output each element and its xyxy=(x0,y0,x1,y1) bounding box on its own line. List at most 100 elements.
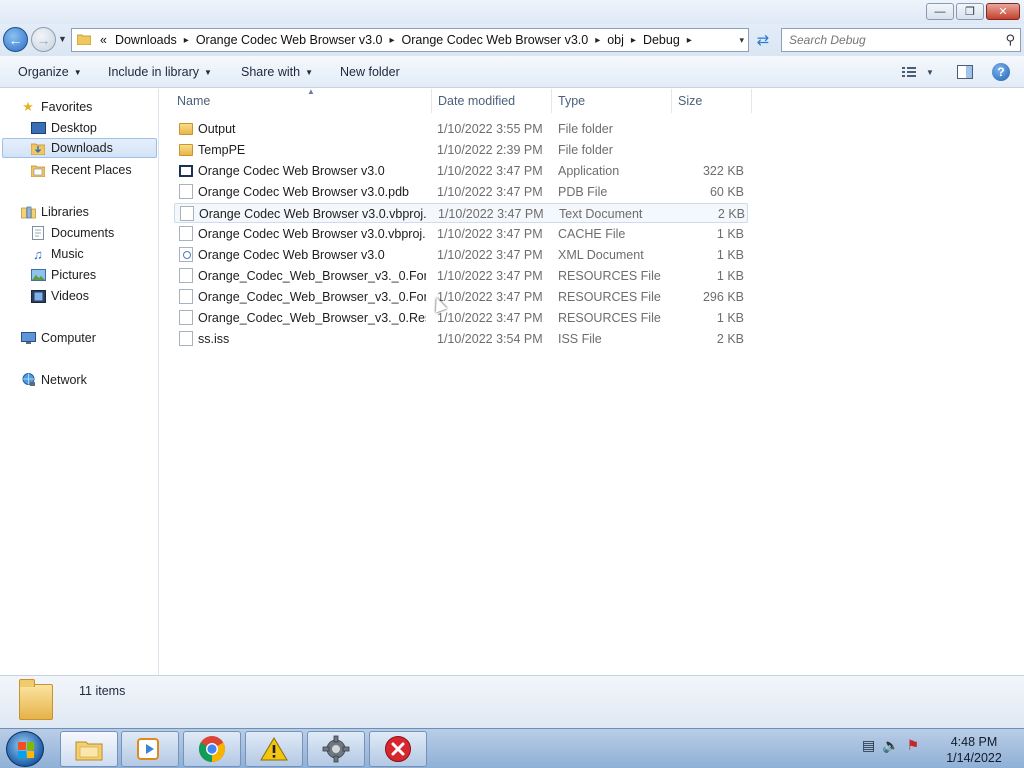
nav-downloads[interactable]: Downloads xyxy=(2,138,157,158)
breadcrumb-separator[interactable]: ▸ xyxy=(628,35,639,46)
column-header-size[interactable]: Size xyxy=(672,89,752,113)
breadcrumb-separator[interactable]: ▸ xyxy=(592,35,603,46)
nav-videos-label: Videos xyxy=(51,289,89,303)
maximize-button[interactable]: ❐ xyxy=(956,3,984,20)
file-type: RESOURCES File xyxy=(558,311,661,325)
view-list-icon xyxy=(902,67,917,77)
taskbar-settings-app[interactable] xyxy=(307,731,365,767)
nav-recent-places[interactable]: Recent Places xyxy=(30,160,132,180)
nav-computer[interactable]: Computer xyxy=(20,328,96,348)
help-icon: ? xyxy=(992,63,1010,81)
search-box[interactable]: ⚲ xyxy=(781,28,1021,52)
nav-network[interactable]: Network xyxy=(20,370,87,390)
nav-desktop[interactable]: Desktop xyxy=(30,118,97,138)
file-list: Name ▲ Date modified Type Size Output 1/10… xyxy=(160,87,1024,675)
taskbar-chrome[interactable] xyxy=(183,731,241,767)
file-type: RESOURCES File xyxy=(558,290,661,304)
file-row[interactable]: Orange_Codec_Web_Browser_v3._0.Form... 1/… xyxy=(174,266,748,286)
network-tray-icon[interactable]: ▤ xyxy=(862,737,875,754)
taskbar-warning-app[interactable] xyxy=(245,731,303,767)
document-icon xyxy=(179,226,193,241)
column-header-date[interactable]: Date modified xyxy=(432,89,552,113)
explorer-folders-icon xyxy=(75,741,103,761)
file-row[interactable]: Orange Codec Web Browser v3.0.vbproj....… xyxy=(174,203,748,223)
breadcrumb-orange-codec-parent[interactable]: Orange Codec Web Browser v3.0 xyxy=(192,33,387,47)
documents-icon xyxy=(30,225,46,241)
file-row[interactable]: Orange Codec Web Browser v3.0 1/10/2022 3… xyxy=(174,161,748,181)
start-button[interactable] xyxy=(6,731,44,767)
breadcrumb-obj[interactable]: obj xyxy=(603,33,628,47)
minimize-button[interactable]: — xyxy=(926,3,954,20)
pictures-icon xyxy=(30,267,46,283)
forward-button[interactable]: → xyxy=(31,27,56,52)
address-bar[interactable]: « Downloads ▸ Orange Codec Web Browser v… xyxy=(71,28,749,52)
file-row[interactable]: Orange_Codec_Web_Browser_v3._0.Reso... 1/… xyxy=(174,308,748,328)
breadcrumb-overflow[interactable]: « xyxy=(96,33,111,47)
preview-pane-button[interactable] xyxy=(955,62,975,82)
address-dropdown-icon[interactable]: ▾ xyxy=(739,35,744,46)
nav-network-label: Network xyxy=(41,373,87,387)
nav-libraries[interactable]: Libraries xyxy=(20,202,89,222)
file-name: ss.iss xyxy=(198,332,230,346)
nav-libraries-label: Libraries xyxy=(41,205,89,219)
column-header-date-label: Date modified xyxy=(438,94,516,108)
desktop-icon xyxy=(30,120,46,136)
close-button[interactable]: ✕ xyxy=(986,3,1020,20)
back-button[interactable]: ← xyxy=(3,27,28,52)
taskbar-explorer[interactable] xyxy=(60,731,118,767)
column-header-name[interactable]: Name ▲ xyxy=(171,87,432,113)
file-row[interactable]: Orange_Codec_Web_Browser_v3._0.Form... 1/… xyxy=(174,287,748,307)
file-row[interactable]: ss.iss 1/10/2022 3:54 PM ISS File 2 KB xyxy=(174,329,748,349)
gear-icon xyxy=(322,735,350,763)
search-icon[interactable]: ⚲ xyxy=(1005,32,1015,48)
file-size: 322 KB xyxy=(702,164,744,178)
include-in-library-button[interactable]: Include in library ▼ xyxy=(108,65,212,79)
nav-favorites[interactable]: ★ Favorites xyxy=(20,97,92,117)
breadcrumb-orange-codec-project[interactable]: Orange Codec Web Browser v3.0 xyxy=(398,33,593,47)
file-size: 2 KB xyxy=(717,207,745,221)
volume-icon[interactable]: 🔈 xyxy=(882,737,899,754)
column-header-type-label: Type xyxy=(558,94,586,108)
file-size: 2 KB xyxy=(716,332,744,346)
clock-time: 4:48 PM xyxy=(950,735,998,749)
file-type: File folder xyxy=(558,122,613,136)
file-size: 60 KB xyxy=(709,185,744,199)
sort-ascending-icon: ▲ xyxy=(307,87,315,96)
nav-documents[interactable]: Documents xyxy=(30,223,114,243)
change-view-button[interactable]: ▼ xyxy=(898,62,938,82)
recent-pages-dropdown[interactable]: ▼ xyxy=(58,34,67,44)
file-row[interactable]: Orange Codec Web Browser v3.0 1/10/2022 3… xyxy=(174,245,748,265)
column-header-size-label: Size xyxy=(678,94,703,108)
application-icon xyxy=(179,165,193,177)
file-row[interactable]: TempPE 1/10/2022 2:39 PM File folder xyxy=(174,140,748,160)
column-header-type[interactable]: Type xyxy=(552,89,672,113)
music-note-icon: ♫ xyxy=(33,246,43,262)
folder-icon xyxy=(179,144,193,156)
file-size: 1 KB xyxy=(716,269,744,283)
breadcrumb-separator[interactable]: ▸ xyxy=(387,35,398,46)
taskbar-media-player[interactable] xyxy=(121,731,179,767)
organize-button[interactable]: Organize ▼ xyxy=(18,65,82,79)
navigation-pane: ★ Favorites Desktop Downloads Recent Plac… xyxy=(0,89,159,675)
clock[interactable]: 4:48 PM 1/14/2022 xyxy=(936,734,1012,766)
nav-music[interactable]: ♫ Music xyxy=(30,244,84,264)
film-icon xyxy=(30,288,46,304)
new-folder-button[interactable]: New folder xyxy=(340,65,400,79)
file-row[interactable]: Orange Codec Web Browser v3.0.pdb 1/10/20… xyxy=(174,182,748,202)
action-center-flag-icon[interactable]: ⚑ xyxy=(907,737,920,754)
taskbar-error-app[interactable] xyxy=(369,731,427,767)
nav-pictures[interactable]: Pictures xyxy=(30,265,96,285)
file-row[interactable]: Output 1/10/2022 3:55 PM File folder xyxy=(174,119,748,139)
breadcrumb-debug[interactable]: Debug xyxy=(639,33,684,47)
arrow-left-icon: ← xyxy=(8,31,23,48)
share-with-button[interactable]: Share with ▼ xyxy=(241,65,313,79)
breadcrumb-separator[interactable]: ▸ xyxy=(181,35,192,46)
nav-videos[interactable]: Videos xyxy=(30,286,89,306)
file-date-modified: 1/10/2022 3:47 PM xyxy=(437,227,543,241)
refresh-button[interactable]: ⇄ xyxy=(750,28,776,52)
breadcrumb-downloads[interactable]: Downloads xyxy=(111,33,181,47)
search-input[interactable] xyxy=(782,29,992,51)
breadcrumb-separator[interactable]: ▸ xyxy=(684,35,695,46)
help-button[interactable]: ? xyxy=(991,62,1011,82)
file-row[interactable]: Orange Codec Web Browser v3.0.vbproj....… xyxy=(174,224,748,244)
